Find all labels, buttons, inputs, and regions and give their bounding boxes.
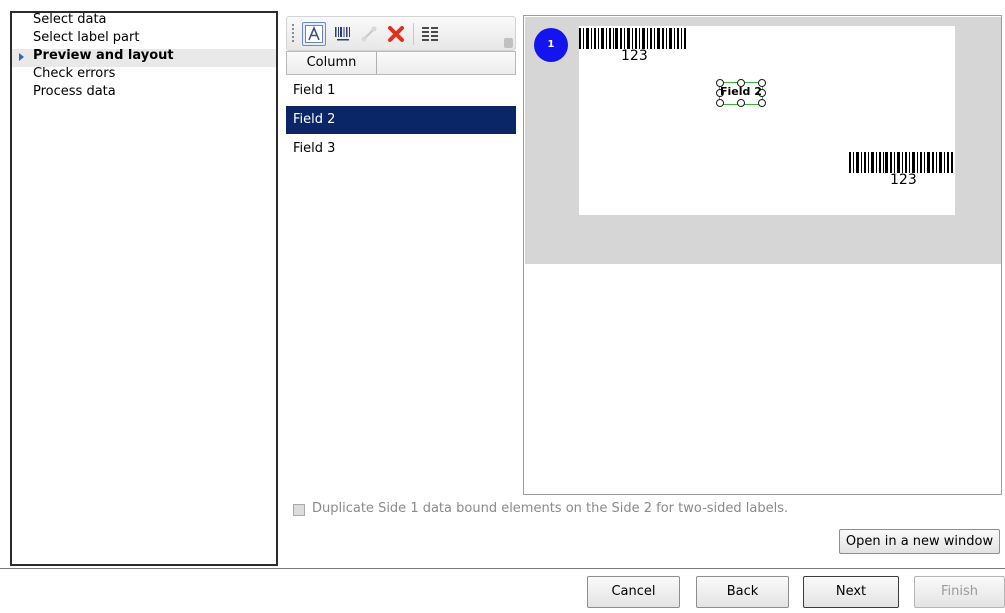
column-list-header[interactable]: Column <box>286 51 516 75</box>
resize-handle[interactable] <box>716 99 724 107</box>
toolbar-separator <box>413 23 414 45</box>
label-canvas[interactable]: 123 Field 2 123 <box>579 26 955 215</box>
open-in-new-window-button[interactable]: Open in a new window <box>839 529 1000 554</box>
link-button[interactable] <box>357 22 381 46</box>
resize-handle[interactable] <box>737 99 745 107</box>
step-process-data[interactable]: Process data <box>12 85 276 103</box>
barcode-top-text: 123 <box>621 48 648 64</box>
toolbar-grip-icon[interactable] <box>292 24 294 44</box>
back-button[interactable]: Back <box>696 576 789 608</box>
delete-button[interactable] <box>384 22 408 46</box>
resize-handle[interactable] <box>758 99 766 107</box>
barcode-tool-button[interactable] <box>331 22 355 46</box>
field-list-item[interactable]: Field 1 <box>286 77 516 105</box>
barcode-tool-icon <box>335 27 350 41</box>
link-icon <box>361 26 377 42</box>
next-button[interactable]: Next <box>803 576 899 608</box>
duplicate-elements-checkbox[interactable] <box>293 504 305 516</box>
field-label: Field 2 <box>293 112 336 127</box>
barcode-element-bottom[interactable] <box>849 152 955 173</box>
delete-icon <box>388 26 404 42</box>
duplicate-elements-label: Duplicate Side 1 data bound elements on … <box>312 501 789 516</box>
wizard-steps-panel: Select data Select label part Preview an… <box>10 11 278 566</box>
step-select-label-part[interactable]: Select label part <box>12 31 276 49</box>
step-label: Select label part <box>33 30 140 45</box>
preview-background: 123 Field 2 123 <box>525 17 1001 264</box>
column-header[interactable]: Column <box>287 52 377 74</box>
footer-divider <box>0 568 1005 569</box>
field-list-item-selected[interactable]: Field 2 <box>286 106 516 134</box>
field-text-element[interactable]: Field 2 <box>716 79 766 107</box>
label-preview[interactable]: 123 Field 2 123 <box>523 15 1002 495</box>
step-check-errors[interactable]: Check errors <box>12 67 276 85</box>
step-label: Preview and layout <box>33 48 174 63</box>
barcode-bottom-text: 123 <box>890 172 917 188</box>
columns-icon <box>422 27 438 41</box>
text-tool-icon <box>305 25 323 43</box>
toolbar-overflow-icon[interactable] <box>504 38 513 48</box>
layout-toolbar <box>286 16 516 51</box>
step-preview-and-layout[interactable]: Preview and layout <box>12 49 276 67</box>
field-label: Field 1 <box>293 83 336 98</box>
side-number-badge: 1 <box>534 28 568 62</box>
field-label: Field 3 <box>293 141 336 156</box>
current-step-arrow-icon <box>19 53 24 61</box>
barcode-element-top[interactable] <box>579 28 687 49</box>
step-label: Process data <box>33 84 116 99</box>
field-element-text: Field 2 <box>720 85 762 98</box>
step-select-data[interactable]: Select data <box>12 13 276 31</box>
field-list-item[interactable]: Field 3 <box>286 135 516 163</box>
finish-button[interactable]: Finish <box>914 576 1005 608</box>
cancel-button[interactable]: Cancel <box>587 576 680 608</box>
columns-button[interactable] <box>418 22 442 46</box>
step-label: Check errors <box>33 66 116 81</box>
step-label: Select data <box>33 12 107 27</box>
text-tool-button[interactable] <box>302 22 326 46</box>
